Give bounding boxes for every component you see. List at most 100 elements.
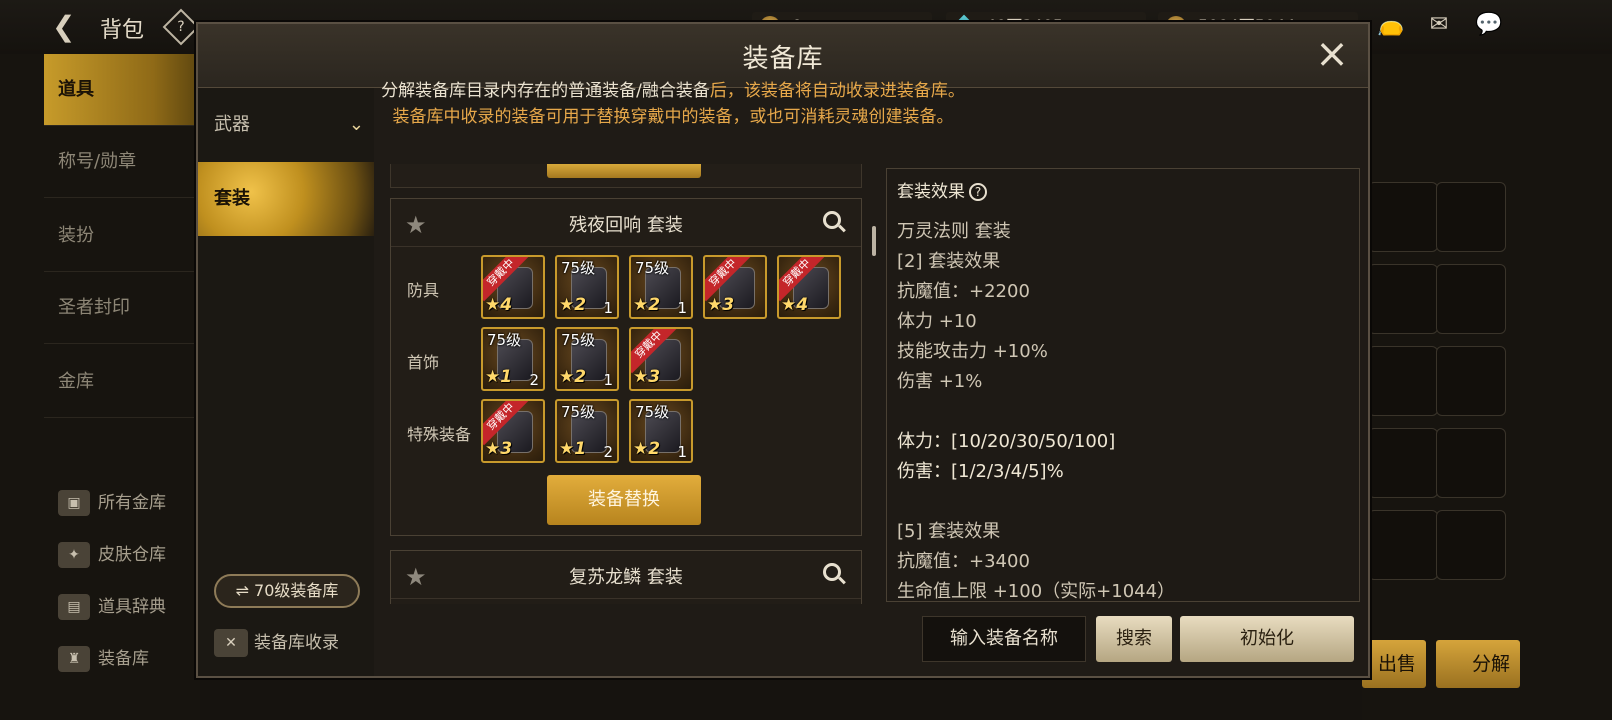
effect-line: 万灵法则 套装 <box>897 221 1011 242</box>
bag-slot[interactable] <box>1436 182 1506 252</box>
armor-icon: ♜ <box>58 646 90 672</box>
bag-sidebar: 道具 称号/勋章 装扮 圣者封印 金库 ▣ 所有金库 ✦ 皮肤仓库 ▤ 道具辞典 ♜ 装… <box>0 54 200 720</box>
equipment-slot[interactable]: 75级 ★2 1 <box>629 255 693 319</box>
effect-line: 伤害：[1/2/3/4/5]% <box>897 461 1064 482</box>
link-skin-storage[interactable]: ✦ 皮肤仓库 <box>58 538 166 572</box>
item-stars: ★3 <box>707 295 735 315</box>
link-all-vaults[interactable]: ▣ 所有金库 <box>58 486 166 520</box>
item-stars: ★3 <box>633 367 661 387</box>
link-item-dictionary[interactable]: ▤ 道具辞典 <box>58 590 166 624</box>
bag-tab-seal[interactable]: 圣者封印 <box>44 272 200 344</box>
equipment-slot[interactable]: ★3 穿戴中 <box>703 255 767 319</box>
equipment-slot[interactable]: ★4 穿戴中 <box>481 255 545 319</box>
book-icon: ▤ <box>58 594 90 620</box>
set-card-header: ★ 残夜回响 套装 <box>391 199 861 247</box>
back-arrow-icon[interactable]: ❮ <box>52 10 86 44</box>
search-icon[interactable] <box>823 563 847 587</box>
row-label-armor: 防具 <box>407 281 440 300</box>
library-collection-link[interactable]: ✕ 装备库收录 <box>214 626 339 660</box>
effect-line: 体力 +10 <box>897 311 977 332</box>
item-stars: ★1 <box>485 367 513 387</box>
effect-header: 套装效果? <box>897 177 987 202</box>
pouch-icon[interactable]: 👝 <box>1376 12 1406 38</box>
equipment-name-input[interactable]: 输入装备名称 <box>922 616 1086 662</box>
level-70-library-button[interactable]: ⇌ 70级装备库 <box>214 574 360 608</box>
item-level: 75级 <box>561 331 596 349</box>
set-effect-panel: 套装效果? 万灵法则 套装 [2] 套装效果 抗魔值：+2200 体力 +10 技能攻击… <box>886 168 1360 602</box>
effect-line: 技能攻击力 +10% <box>897 341 1048 362</box>
replace-equipment-button[interactable]: 装备替换 <box>547 475 701 525</box>
bag-tab-avatar[interactable]: 装扮 <box>44 200 200 272</box>
bag-slot[interactable] <box>1368 510 1438 580</box>
reset-button[interactable]: 初始化 <box>1180 616 1354 662</box>
equipment-slot[interactable]: 75级 ★1 2 <box>555 399 619 463</box>
equipment-slot[interactable]: ★4 穿戴中 <box>777 255 841 319</box>
item-count: 1 <box>677 443 687 461</box>
bag-slot[interactable] <box>1436 428 1506 498</box>
dismantle-button[interactable]: 分解 <box>1436 640 1520 688</box>
item-stars: ★4 <box>781 295 809 315</box>
notice-text: 分解装备库目录内存在的普通装备/融合装备后，该装备将自动收录进装备库。 装备库中… <box>381 81 965 127</box>
equipment-slot[interactable]: 75级 ★2 1 <box>555 255 619 319</box>
set-card: ★ 残夜回响 套装 防具 首饰 特殊装备 ★4 穿戴中 75级 ★2 1 75级 ★2 1 ★3… <box>390 198 862 536</box>
item-stars: ★2 <box>633 295 661 315</box>
link-equipment-library[interactable]: ♜ 装备库 <box>58 642 149 676</box>
item-stars: ★1 <box>559 439 587 459</box>
effect-line: 体力：[10/20/30/50/100] <box>897 431 1116 452</box>
bag-tab-vault[interactable]: 金库 <box>44 346 200 418</box>
row-label-special: 特殊装备 <box>407 425 472 444</box>
sell-button[interactable]: 出售 <box>1362 640 1426 688</box>
collection-icon: ✕ <box>214 629 248 657</box>
modal-sidebar: 武器 ⌄ 套装 ⇌ 70级装备库 ✕ 装备库收录 <box>198 88 374 676</box>
equipment-slot[interactable]: 75级 ★2 1 <box>629 399 693 463</box>
item-count: 1 <box>603 371 613 389</box>
item-stars: ★3 <box>485 439 513 459</box>
search-button[interactable]: 搜索 <box>1096 616 1172 662</box>
item-stars: ★4 <box>485 295 513 315</box>
bag-slot[interactable] <box>1368 346 1438 416</box>
bag-slot[interactable] <box>1368 182 1438 252</box>
page-title: 背包 <box>100 18 145 43</box>
modal-title: 装备库 <box>742 44 824 74</box>
list-scrollbar[interactable] <box>872 226 876 256</box>
bag-slot[interactable] <box>1436 346 1506 416</box>
bag-slot[interactable] <box>1368 264 1438 334</box>
bag-slot[interactable] <box>1436 264 1506 334</box>
bag-slot[interactable] <box>1436 510 1506 580</box>
item-count: 1 <box>677 299 687 317</box>
equipment-slot[interactable]: ★3 穿戴中 <box>629 327 693 391</box>
item-stars: ★2 <box>559 367 587 387</box>
help-icon[interactable]: ? <box>969 183 987 201</box>
item-level: 75级 <box>561 403 596 421</box>
bag-slot[interactable] <box>1368 428 1438 498</box>
bag-tab-titles[interactable]: 称号/勋章 <box>44 126 200 198</box>
equipment-slot[interactable]: 75级 ★2 1 <box>555 327 619 391</box>
item-count: 2 <box>529 371 539 389</box>
previous-set-card <box>390 164 862 188</box>
item-stars: ★2 <box>559 295 587 315</box>
effect-line: [2] 套装效果 <box>897 251 1001 272</box>
set-card-header: ★ 复苏龙鳞 套装 <box>391 551 861 599</box>
close-icon[interactable]: × <box>1312 34 1352 76</box>
previous-replace-button[interactable] <box>547 164 701 178</box>
set-title: 复苏龙鳞 套装 <box>569 567 683 588</box>
bag-grid-area <box>1362 54 1612 720</box>
vault-icon: ▣ <box>58 490 90 516</box>
set-card: ★ 复苏龙鳞 套装 <box>390 550 862 604</box>
tab-sets[interactable]: 套装 <box>198 162 374 236</box>
effect-line: 伤害 +1% <box>897 371 983 392</box>
set-title: 残夜回响 套装 <box>569 215 683 236</box>
row-label-accessory: 首饰 <box>407 353 440 372</box>
equipment-slot[interactable]: ★3 穿戴中 <box>481 399 545 463</box>
item-level: 75级 <box>635 259 670 277</box>
item-level: 75级 <box>635 403 670 421</box>
item-level: 75级 <box>561 259 596 277</box>
effect-line: 生命值上限 +100（实际+1044） <box>897 581 1176 602</box>
mail-icon[interactable]: ✉ <box>1424 12 1454 38</box>
chat-icon[interactable]: 💬 <box>1474 12 1504 38</box>
set-list: ★ 残夜回响 套装 防具 首饰 特殊装备 ★4 穿戴中 75级 ★2 1 75级 ★2 1 ★3… <box>390 164 862 604</box>
effect-line: 抗魔值：+3400 <box>897 551 1030 572</box>
equipment-slot[interactable]: 75级 ★1 2 <box>481 327 545 391</box>
item-count: 2 <box>603 443 613 461</box>
search-icon[interactable] <box>823 211 847 235</box>
